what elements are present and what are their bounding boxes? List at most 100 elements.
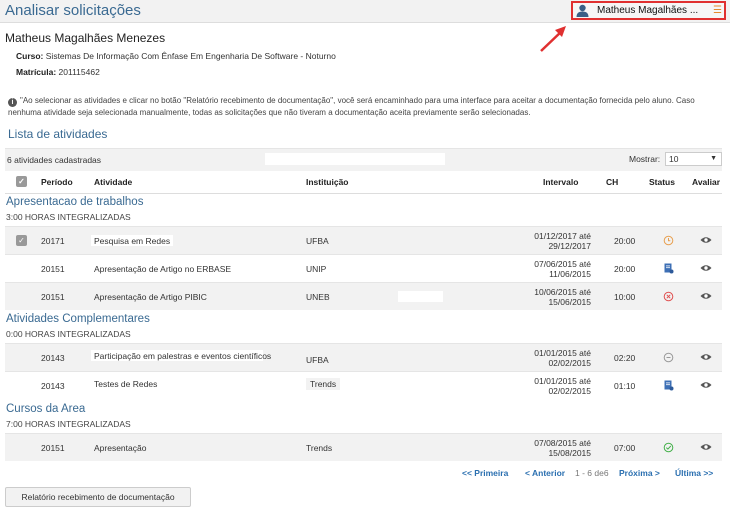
table-row[interactable]: 20151 Apresentação Trends 07/08/2015 até… xyxy=(5,433,722,461)
view-eye-icon[interactable] xyxy=(700,236,712,244)
cell-periodo: 20143 xyxy=(41,381,65,391)
pager-last[interactable]: Última >> xyxy=(675,468,713,478)
interval-start: 07/06/2015 até xyxy=(534,259,591,269)
interval-start: 07/08/2015 até xyxy=(534,438,591,448)
pager-next[interactable]: Próxima > xyxy=(619,468,660,478)
pager-first[interactable]: << Primeira xyxy=(462,468,508,478)
info-icon: i xyxy=(8,98,17,107)
cell-atividade: Apresentação xyxy=(94,443,147,453)
group-title: Apresentacao de trabalhos xyxy=(6,196,144,208)
group-title: Atividades Complementares xyxy=(6,313,150,325)
pending-clock-icon xyxy=(663,235,674,246)
table-row[interactable]: 20151 Apresentação de Artigo no ERBASE U… xyxy=(5,254,722,282)
cell-periodo: 20151 xyxy=(41,264,65,274)
col-atividade[interactable]: Atividade xyxy=(94,177,132,187)
cell-instituicao: Trends xyxy=(306,378,341,390)
cell-intervalo: 01/01/2015 até 02/02/2015 xyxy=(525,376,591,396)
pager-total: 6 xyxy=(603,468,609,478)
section-title: Lista de atividades xyxy=(8,127,108,141)
rejected-icon xyxy=(663,291,674,302)
col-intervalo[interactable]: Intervalo xyxy=(543,177,578,187)
interval-start: 10/06/2015 até xyxy=(534,287,591,297)
enrollment-line: Matrícula: 201115462 xyxy=(16,67,100,77)
neutral-icon xyxy=(663,352,674,363)
blank-area xyxy=(265,153,445,165)
col-avaliar[interactable]: Avaliar xyxy=(692,177,720,187)
cell-intervalo: 07/08/2015 até 15/08/2015 xyxy=(525,438,591,458)
col-ch[interactable]: CH xyxy=(606,177,618,187)
cell-instituicao: UNEB xyxy=(306,292,330,302)
annotation-arrow-icon xyxy=(540,26,566,52)
table-row[interactable]: 20151 Apresentação de Artigo PIBIC UNEB … xyxy=(5,282,722,310)
interval-end: 11/06/2015 xyxy=(549,269,591,279)
header-bar: Analisar solicitações Matheus Magalhães … xyxy=(0,0,730,23)
cell-periodo: 20151 xyxy=(41,292,65,302)
view-eye-icon[interactable] xyxy=(700,292,712,300)
cell-instituicao: UFBA xyxy=(306,355,329,365)
cell-ch: 20:00 xyxy=(614,264,636,274)
interval-end: 15/06/2015 xyxy=(548,297,591,307)
table-header: ✓ Período Atividade Instituição Interval… xyxy=(5,171,722,194)
table-row[interactable]: 20143 Testes de Redes Trends 01/01/2015 … xyxy=(5,371,722,399)
select-all-checkbox[interactable]: ✓ xyxy=(16,176,27,187)
pager-range-prefix: 1 - 6 xyxy=(575,468,593,478)
cell-atividade: Pesquisa em Redes xyxy=(94,236,171,246)
pager-prev[interactable]: < Anterior xyxy=(525,468,565,478)
cell-atividade: Apresentação de Artigo PIBIC xyxy=(94,292,207,302)
show-label: Mostrar: xyxy=(629,154,661,164)
approved-icon xyxy=(663,442,674,453)
cell-atividade: Apresentação de Artigo no ERBASE xyxy=(94,264,232,274)
col-instituicao[interactable]: Instituição xyxy=(306,177,349,187)
cell-intervalo: 07/06/2015 até 11/06/2015 xyxy=(525,259,591,279)
interval-end: 02/02/2015 xyxy=(548,386,591,396)
col-status[interactable]: Status xyxy=(649,177,675,187)
interval-start: 01/01/2015 até xyxy=(534,348,591,358)
course-line: Curso: Sistemas De Informação Com Ênfase… xyxy=(16,51,336,61)
col-periodo[interactable]: Período xyxy=(41,177,73,187)
document-icon xyxy=(664,263,674,274)
notice-text: "Ao selecionar as atividades e clicar no… xyxy=(8,96,695,117)
row-checkbox[interactable]: ✓ xyxy=(16,235,27,246)
page-size-value: 10 xyxy=(669,154,679,164)
list-toolbar: 6 atividades cadastradas Mostrar: 10 ▼ xyxy=(5,148,722,171)
cell-periodo: 20171 xyxy=(41,236,65,246)
user-menu[interactable]: Matheus Magalhães ... ☰ xyxy=(571,1,726,20)
menu-list-icon[interactable]: ☰ xyxy=(713,5,722,16)
cell-periodo: 20143 xyxy=(41,353,65,363)
group-hours: 7:00 HORAS INTEGRALIZADAS xyxy=(6,419,131,429)
cell-intervalo: 01/12/2017 até 29/12/2017 xyxy=(525,231,591,251)
page-title: Analisar solicitações xyxy=(5,2,141,19)
user-name: Matheus Magalhães ... xyxy=(597,5,699,16)
interval-start: 01/12/2017 até xyxy=(534,231,591,241)
page-size-select[interactable]: 10 ▼ xyxy=(665,152,722,166)
cell-ch: 02:20 xyxy=(614,353,636,363)
cell-ch: 20:00 xyxy=(614,236,636,246)
pager-range: 1 - 6 de6 xyxy=(575,468,609,478)
table-row[interactable]: 20143 Participação em palestras e evento… xyxy=(5,343,722,371)
document-icon xyxy=(664,380,674,391)
table-row[interactable]: ✓ 20171 Pesquisa em Redes UFBA 01/12/201… xyxy=(5,226,722,254)
user-icon xyxy=(576,4,589,17)
activity-count: 6 atividades cadastradas xyxy=(7,155,102,165)
cell-atividade: Participação em palestras e eventos cien… xyxy=(94,351,272,361)
view-eye-icon[interactable] xyxy=(700,381,712,389)
interval-end: 29/12/2017 xyxy=(548,241,591,251)
view-eye-icon[interactable] xyxy=(700,264,712,272)
group-title: Cursos da Area xyxy=(6,403,86,415)
cell-ch: 07:00 xyxy=(614,443,636,453)
course-value: Sistemas De Informação Com Ênfase Em Eng… xyxy=(45,51,336,61)
interval-end: 02/02/2015 xyxy=(548,358,591,368)
enrollment-value: 201115462 xyxy=(58,67,100,77)
pager-range-suffix: de xyxy=(594,468,604,478)
cell-instituicao: UFBA xyxy=(306,236,329,246)
view-eye-icon[interactable] xyxy=(700,353,712,361)
student-name: Matheus Magalhães Menezes xyxy=(5,31,166,45)
cell-instituicao: Trends xyxy=(306,443,333,453)
cell-ch: 01:10 xyxy=(614,381,636,391)
cell-intervalo: 01/01/2015 até 02/02/2015 xyxy=(525,348,591,368)
highlight-mask xyxy=(398,291,443,302)
view-eye-icon[interactable] xyxy=(700,443,712,451)
cell-atividade: Testes de Redes xyxy=(94,379,158,389)
report-button[interactable]: Relatório recebimento de documentação xyxy=(5,487,191,507)
info-notice: i "Ao selecionar as atividades e clicar n… xyxy=(8,95,723,118)
